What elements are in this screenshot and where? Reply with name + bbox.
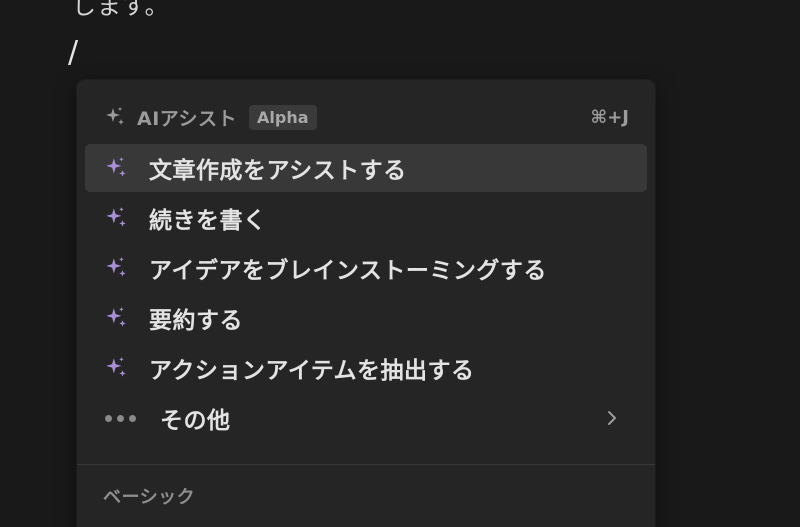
- slash-command-input[interactable]: /: [68, 38, 78, 68]
- sparkle-icon: [106, 157, 126, 177]
- menu-divider: [77, 464, 655, 465]
- sparkle-icon: [106, 207, 126, 227]
- menu-item-label: 続きを書く: [149, 208, 267, 234]
- menu-item-label: その他: [160, 408, 231, 434]
- slash-command-menu: AIアシスト Alpha ⌘+J 文章作成をアシストする 続きを書く アイデアを…: [77, 80, 655, 527]
- menu-item-label: アクションアイテムを抽出する: [149, 358, 475, 384]
- document-text: します。: [72, 0, 170, 20]
- chevron-right-icon: [608, 411, 616, 425]
- basic-section-header: ベーシック: [103, 487, 196, 508]
- sparkle-icon: [106, 257, 126, 277]
- menu-item-summarize[interactable]: 要約する: [85, 294, 647, 342]
- sparkle-icon: [106, 307, 126, 327]
- alpha-badge: Alpha: [249, 104, 317, 130]
- menu-item-extract-action-items[interactable]: アクションアイテムを抽出する: [85, 344, 647, 392]
- ai-assist-title: AIアシスト: [137, 107, 238, 130]
- menu-item-more[interactable]: その他: [85, 394, 647, 442]
- menu-item-assist-writing[interactable]: 文章作成をアシストする: [85, 144, 647, 192]
- ai-assist-section-header: AIアシスト Alpha ⌘+J: [103, 102, 629, 132]
- menu-item-label: アイデアをブレインストーミングする: [149, 258, 547, 284]
- menu-item-brainstorm[interactable]: アイデアをブレインストーミングする: [85, 244, 647, 292]
- menu-item-label: 文章作成をアシストする: [149, 158, 407, 184]
- editor-page: します。 / AIアシスト Alpha ⌘+J 文章作成をアシストする 続きを書…: [0, 0, 800, 527]
- keyboard-shortcut: ⌘+J: [590, 106, 629, 128]
- sparkle-icon: [106, 357, 126, 377]
- menu-item-continue-writing[interactable]: 続きを書く: [85, 194, 647, 242]
- sparkle-gray-icon: [106, 107, 124, 125]
- menu-item-label: 要約する: [149, 308, 243, 334]
- more-dots-icon: [105, 414, 136, 422]
